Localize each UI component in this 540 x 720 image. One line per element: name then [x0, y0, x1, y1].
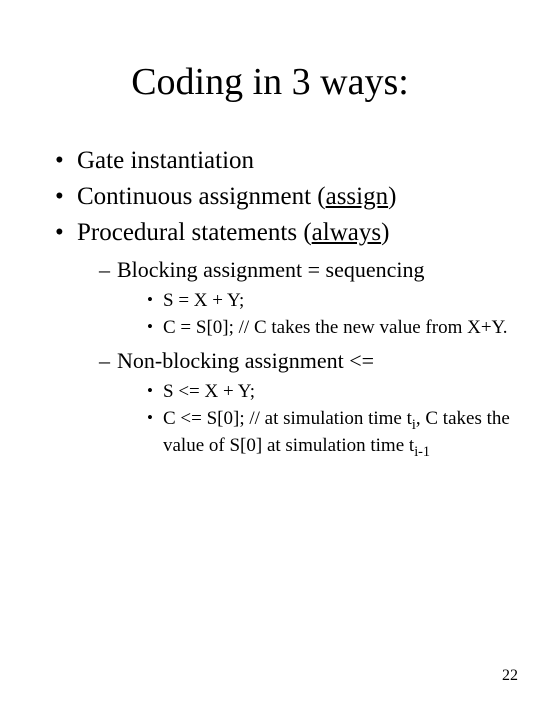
- l3-item: S <= X + Y;: [147, 380, 510, 405]
- l1-text-pre: Continuous assignment (: [77, 183, 326, 210]
- bullet-list-level2: Blocking assignment = sequencing S = X +…: [77, 255, 510, 461]
- l1-text-assign: assign: [326, 183, 389, 210]
- l2-item-nonblocking: Non-blocking assignment <= S <= X + Y; C…: [99, 346, 510, 461]
- bullet-list-level3: S = X + Y; C = S[0]; // C takes the new …: [117, 289, 510, 340]
- l1-item-gate: Gate instantiation: [55, 144, 510, 178]
- l3-text: S <= X + Y;: [163, 381, 255, 402]
- l1-text-always: always: [312, 219, 381, 246]
- l2-text: Blocking assignment = sequencing: [117, 257, 425, 282]
- l1-text-post: ): [388, 183, 396, 210]
- l1-item-continuous: Continuous assignment (assign): [55, 180, 510, 214]
- l2-text: Non-blocking assignment <=: [117, 348, 374, 373]
- l1-item-procedural: Procedural statements (always) Blocking …: [55, 216, 510, 462]
- l3-item: C = S[0]; // C takes the new value from …: [147, 316, 510, 341]
- l1-text-post: ): [381, 219, 389, 246]
- l3-text: C = S[0]; // C takes the new value from …: [163, 317, 508, 338]
- l3-sub-i1: i-1: [414, 444, 430, 460]
- bullet-list-level1: Gate instantiation Continuous assignment…: [30, 144, 510, 461]
- slide: Coding in 3 ways: Gate instantiation Con…: [0, 0, 540, 720]
- l1-text-pre: Procedural statements (: [77, 219, 312, 246]
- l3-item: C <= S[0]; // at simulation time ti, C t…: [147, 407, 510, 462]
- l3-text: S = X + Y;: [163, 290, 244, 311]
- bullet-list-level3: S <= X + Y; C <= S[0]; // at simulation …: [117, 380, 510, 461]
- l3-item: S = X + Y;: [147, 289, 510, 314]
- l3-text-pre: C <= S[0]; // at simulation time t: [163, 408, 412, 429]
- l2-item-blocking: Blocking assignment = sequencing S = X +…: [99, 255, 510, 340]
- page-number: 22: [502, 667, 518, 685]
- l1-text: Gate instantiation: [77, 147, 254, 174]
- slide-title: Coding in 3 ways:: [30, 60, 510, 104]
